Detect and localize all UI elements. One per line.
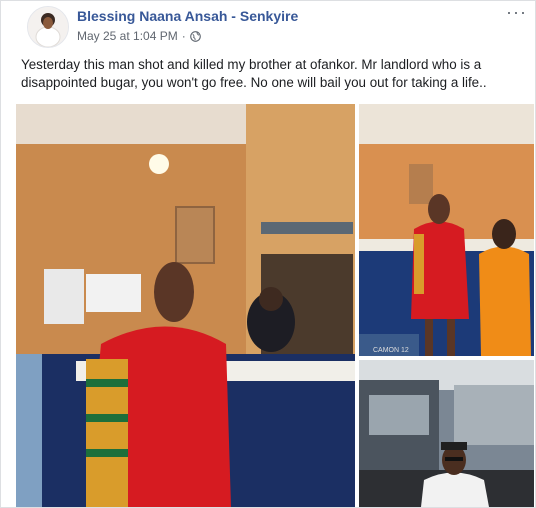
photo-top-right[interactable]: CAMON 12 <box>359 104 534 356</box>
avatar-image <box>28 7 68 47</box>
photo-bottom-right[interactable] <box>359 360 534 507</box>
post-text: Yesterday this man shot and killed my br… <box>21 57 487 90</box>
post-timestamp[interactable]: May 25 at 1:04 PM <box>77 29 178 43</box>
photo-grid: CAMON 12 <box>1 102 535 507</box>
photo-main[interactable] <box>16 104 355 507</box>
author-avatar[interactable] <box>27 6 69 48</box>
camera-watermark: CAMON 12 <box>373 347 409 354</box>
post-card: Blessing Naana Ansah - Senkyire May 25 a… <box>0 0 536 508</box>
globe-icon[interactable] <box>189 30 201 42</box>
post-meta: May 25 at 1:04 PM · <box>77 29 201 43</box>
author-name-link[interactable]: Blessing Naana Ansah - Senkyire <box>77 8 298 24</box>
meta-separator: · <box>181 29 186 43</box>
more-options-icon[interactable]: ··· <box>506 3 527 21</box>
